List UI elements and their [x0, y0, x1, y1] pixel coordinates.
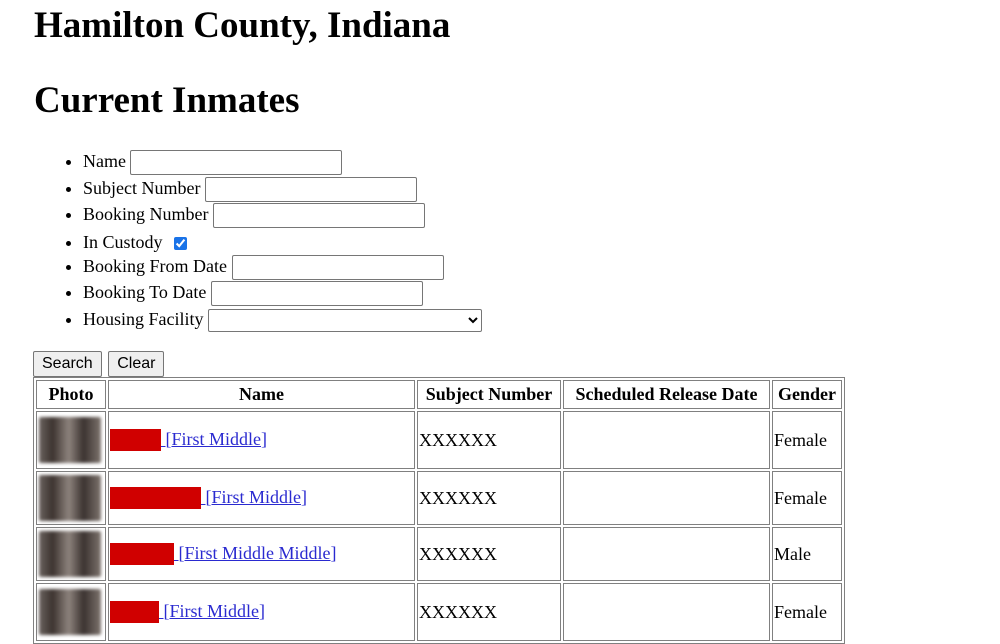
- county-title: Hamilton County, Indiana: [34, 5, 451, 46]
- inmate-photo[interactable]: [39, 417, 101, 463]
- filter-name: Name: [83, 148, 482, 176]
- redaction-bar: [110, 543, 174, 566]
- inmate-name-link[interactable]: [First Middle]: [110, 600, 266, 624]
- booking-from-date-input[interactable]: [231, 254, 444, 280]
- inmate-photo[interactable]: [39, 589, 101, 635]
- column-header-release-date: Scheduled Release Date: [563, 380, 770, 409]
- name-cell: [First Middle]: [108, 411, 415, 469]
- photo-cell: [36, 527, 106, 581]
- booking-from-date-label: Booking From Date: [83, 255, 227, 276]
- gender-cell: Female: [772, 583, 842, 641]
- filter-housing-facility: Housing Facility: [83, 306, 482, 333]
- table-row: [First Middle] XXXXXX Female: [36, 411, 842, 469]
- photo-cell: [36, 471, 106, 525]
- inmates-table: Photo Name Subject Number Scheduled Rele…: [33, 377, 845, 644]
- redaction-bar: [110, 601, 159, 624]
- name-input[interactable]: [130, 150, 343, 176]
- redaction-bar: [110, 429, 161, 452]
- table-row: [First Middle Middle] XXXXXX Male: [36, 527, 842, 581]
- booking-to-date-input[interactable]: [210, 281, 423, 307]
- subject-number-input[interactable]: [204, 176, 417, 202]
- booking-number-label: Booking Number: [83, 204, 209, 224]
- table-header-row: Photo Name Subject Number Scheduled Rele…: [36, 380, 842, 409]
- column-header-name: Name: [108, 380, 415, 409]
- inmate-name: [First Middle]: [165, 428, 268, 449]
- name-cell: [First Middle Middle]: [108, 527, 415, 581]
- column-header-photo: Photo: [36, 380, 106, 409]
- column-header-subject-number: Subject Number: [417, 380, 561, 409]
- search-filters: Name Subject Number Booking Number In Cu…: [34, 148, 482, 332]
- name-cell: [First Middle]: [108, 471, 415, 525]
- housing-facility-select[interactable]: [208, 308, 482, 332]
- inmate-name-link[interactable]: [First Middle]: [110, 486, 308, 510]
- booking-number-input[interactable]: [213, 203, 425, 229]
- in-custody-label: In Custody: [83, 231, 163, 252]
- gender-cell: Male: [772, 527, 842, 581]
- filter-in-custody: In Custody: [83, 228, 482, 253]
- clear-button[interactable]: Clear: [108, 351, 165, 377]
- subject-number-cell: XXXXXX: [417, 411, 561, 469]
- filter-subject-number: Subject Number: [83, 175, 482, 202]
- page-title: Current Inmates: [34, 80, 300, 121]
- inmate-name: [First Middle Middle]: [178, 542, 337, 563]
- table-row: [First Middle] XXXXXX Female: [36, 583, 842, 641]
- photo-cell: [36, 411, 106, 469]
- release-date-cell: [563, 527, 770, 581]
- filter-booking-from-date: Booking From Date: [83, 253, 482, 280]
- form-actions: Search Clear: [33, 351, 166, 377]
- column-header-gender: Gender: [772, 380, 842, 409]
- inmate-photo[interactable]: [39, 475, 101, 521]
- filter-booking-number: Booking Number: [83, 201, 482, 229]
- search-button[interactable]: Search: [33, 351, 102, 377]
- filter-booking-to-date: Booking To Date: [83, 279, 482, 307]
- gender-cell: Female: [772, 411, 842, 469]
- redaction-bar: [110, 487, 201, 510]
- housing-facility-label: Housing Facility: [83, 308, 204, 329]
- release-date-cell: [563, 411, 770, 469]
- inmate-name-link[interactable]: [First Middle Middle]: [110, 542, 337, 566]
- release-date-cell: [563, 583, 770, 641]
- inmate-name-link[interactable]: [First Middle]: [110, 428, 268, 452]
- inmate-name: [First Middle]: [163, 600, 266, 621]
- booking-to-date-label: Booking To Date: [83, 282, 207, 302]
- name-cell: [First Middle]: [108, 583, 415, 641]
- inmate-name: [First Middle]: [205, 486, 308, 507]
- in-custody-checkbox[interactable]: [174, 236, 188, 250]
- subject-number-label: Subject Number: [83, 177, 201, 198]
- inmate-photo[interactable]: [39, 531, 101, 577]
- release-date-cell: [563, 471, 770, 525]
- subject-number-cell: XXXXXX: [417, 527, 561, 581]
- gender-cell: Female: [772, 471, 842, 525]
- subject-number-cell: XXXXXX: [417, 471, 561, 525]
- subject-number-cell: XXXXXX: [417, 583, 561, 641]
- name-label: Name: [83, 151, 126, 171]
- photo-cell: [36, 583, 106, 641]
- table-row: [First Middle] XXXXXX Female: [36, 471, 842, 525]
